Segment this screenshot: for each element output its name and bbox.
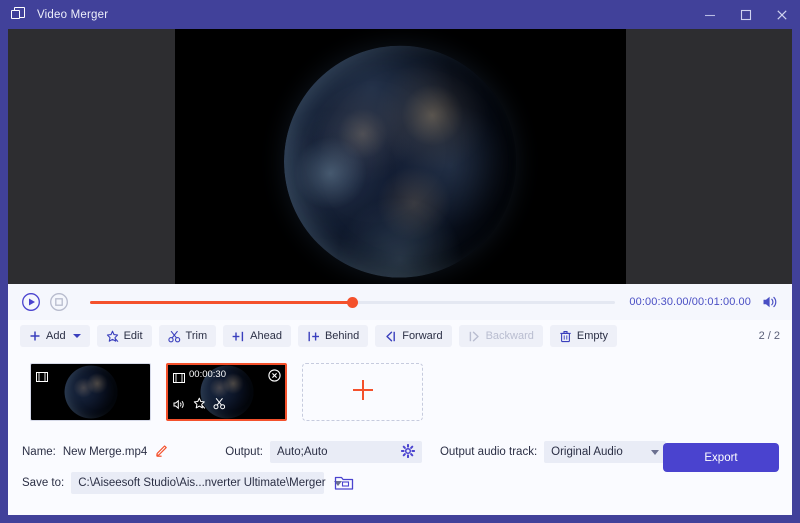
add-button[interactable]: Add	[20, 325, 90, 347]
page-counter: 2 / 2	[758, 330, 780, 342]
audio-track-value: Original Audio	[551, 446, 623, 458]
seek-fill	[90, 300, 353, 304]
magic-wand-icon[interactable]	[193, 397, 206, 415]
chevron-down-icon[interactable]	[72, 334, 81, 338]
edit-button-label: Edit	[123, 330, 143, 342]
forward-button[interactable]: Forward	[375, 325, 452, 347]
video-preview[interactable]	[174, 29, 626, 284]
edit-toolbar: Add Edit Trim Ahead Behind Forward Backw…	[8, 320, 792, 352]
clip-tools	[173, 397, 226, 415]
video-merger-icon	[11, 6, 28, 23]
film-strip-icon	[173, 370, 185, 388]
video-merger-window: Video Merger 00:00:30.00/00:01:00.00 Add…	[0, 0, 800, 523]
name-value: New Merge.mp4	[62, 446, 148, 458]
transport-bar: 00:00:30.00/00:01:00.00	[8, 284, 792, 320]
seek-slider[interactable]	[90, 291, 616, 313]
title-bar: Video Merger	[0, 0, 800, 29]
output-settings: Name: New Merge.mp4 Output: Auto;Auto Ou…	[8, 432, 792, 515]
seek-handle[interactable]	[347, 296, 359, 308]
film-strip-icon	[36, 369, 48, 387]
plus-icon	[350, 377, 376, 408]
remove-clip-icon[interactable]	[268, 369, 281, 387]
empty-button[interactable]: Empty	[549, 325, 618, 347]
video-frame-earth	[284, 45, 516, 278]
clip-duration: 00:00:30	[189, 369, 226, 380]
trim-button[interactable]: Trim	[158, 325, 217, 347]
output-format-value: Auto;Auto	[276, 446, 328, 458]
folder-icon[interactable]	[334, 474, 354, 492]
trim-button-label: Trim	[185, 330, 208, 342]
window-controls	[692, 0, 800, 29]
app-title: Video Merger	[37, 8, 109, 21]
add-button-label: Add	[46, 330, 66, 342]
forward-button-label: Forward	[402, 330, 443, 342]
behind-button-label: Behind	[324, 330, 360, 342]
clip-thumbnail	[64, 365, 117, 419]
export-button[interactable]: Export	[663, 443, 779, 472]
stop-icon[interactable]	[48, 291, 70, 313]
maximize-icon[interactable]	[728, 0, 764, 29]
add-clip-button[interactable]	[302, 363, 423, 421]
volume-icon[interactable]	[173, 397, 186, 415]
close-icon[interactable]	[764, 0, 800, 29]
volume-icon[interactable]	[760, 292, 780, 312]
clip-item[interactable]	[30, 363, 151, 421]
preview-stage	[8, 29, 792, 284]
settings-row-save: Save to: C:\Aiseesoft Studio\Ais...nvert…	[22, 470, 778, 496]
behind-button[interactable]: Behind	[297, 325, 369, 347]
backward-button-label: Backward	[485, 330, 534, 342]
save-to-label: Save to:	[22, 477, 65, 489]
output-label: Output:	[225, 446, 263, 458]
pencil-icon[interactable]	[155, 443, 169, 462]
ahead-button-label: Ahead	[250, 330, 282, 342]
empty-button-label: Empty	[576, 330, 609, 342]
name-label: Name:	[22, 446, 56, 458]
chevron-down-icon[interactable]	[651, 449, 660, 455]
ahead-button[interactable]: Ahead	[223, 325, 291, 347]
clip-item-selected[interactable]: 00:00:30	[166, 363, 287, 421]
scissors-icon[interactable]	[213, 397, 226, 415]
save-to-field[interactable]: C:\Aiseesoft Studio\Ais...nverter Ultima…	[71, 472, 342, 494]
minimize-icon[interactable]	[692, 0, 728, 29]
gear-icon[interactable]	[400, 443, 416, 461]
clip-strip: 00:00:30	[8, 352, 792, 432]
audio-track-select[interactable]: Original Audio	[544, 441, 667, 463]
play-icon[interactable]	[20, 291, 42, 313]
backward-button: Backward	[458, 325, 543, 347]
save-to-value: C:\Aiseesoft Studio\Ais...nverter Ultima…	[78, 477, 326, 489]
audio-track-label: Output audio track:	[439, 446, 538, 458]
output-format-field[interactable]: Auto;Auto	[269, 441, 422, 463]
time-display: 00:00:30.00/00:01:00.00	[629, 296, 751, 308]
edit-button[interactable]: Edit	[96, 325, 152, 347]
